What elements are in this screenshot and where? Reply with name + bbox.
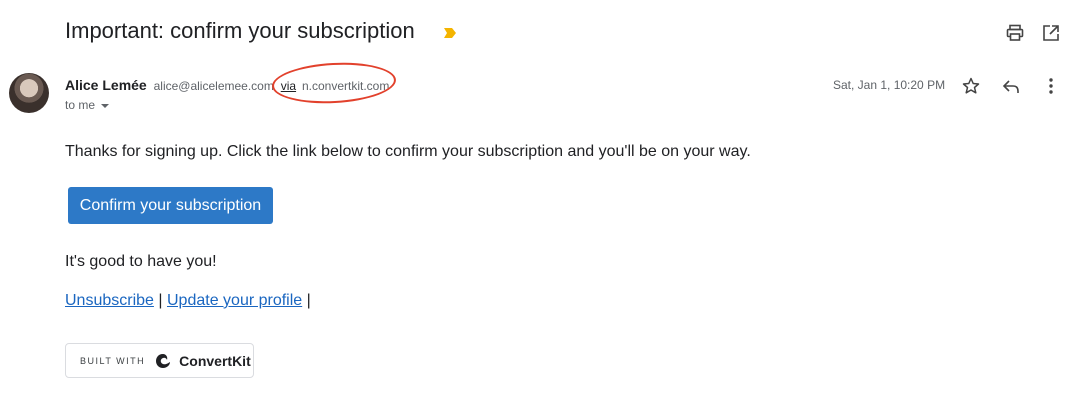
sender-name[interactable]: Alice Lemée [65,77,147,93]
body-intro-text: Thanks for signing up. Click the link be… [65,143,751,160]
sender-email: alice@alicelemee.com [153,79,274,93]
important-marker-icon[interactable] [443,26,457,40]
email-date: Sat, Jan 1, 10:20 PM [833,78,946,92]
footer-links: Unsubscribe | Update your profile | [65,292,311,310]
unsubscribe-link[interactable]: Unsubscribe [65,292,154,309]
sender-avatar [9,73,49,113]
badge-prefix: BUILT WITH [80,355,146,366]
convertkit-logo-icon [156,353,171,368]
body-closing-text: It's good to have you! [65,253,217,270]
link-separator: | [158,292,163,309]
confirm-subscription-button[interactable]: Confirm your subscription [68,187,273,224]
recipient-details-toggle[interactable]: to me [65,98,110,112]
badge-brand: ConvertKit [179,352,251,369]
more-options-icon[interactable] [1041,76,1061,96]
built-with-convertkit-badge[interactable]: BUILT WITH ConvertKit [65,343,254,378]
trailing-separator: | [306,292,311,309]
print-icon[interactable] [1005,23,1025,43]
highlight-circle-annotation [271,59,397,107]
star-icon[interactable] [961,76,981,96]
open-in-new-window-icon[interactable] [1041,23,1061,43]
email-subject: Important: confirm your subscription [65,18,415,43]
update-profile-link[interactable]: Update your profile [167,292,302,309]
recipient-label: to me [65,98,96,112]
chevron-down-icon [101,103,110,108]
reply-icon[interactable] [1001,76,1021,96]
